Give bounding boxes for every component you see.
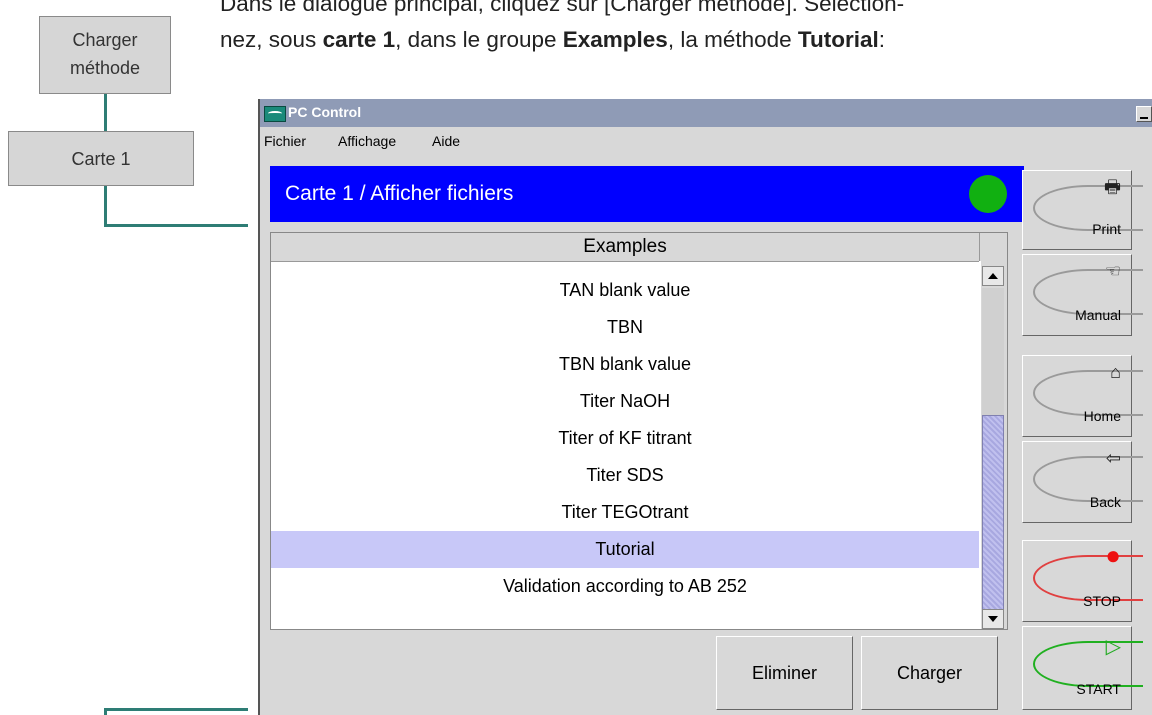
- card-header: Carte 1 / Afficher fichiers: [270, 166, 1024, 222]
- hand-icon: ☜: [1104, 261, 1121, 281]
- home-button[interactable]: ⌂ Home: [1022, 355, 1143, 437]
- load-button[interactable]: Charger: [861, 636, 998, 710]
- flow-connector: [104, 224, 248, 227]
- manual-button[interactable]: ☜ Manual: [1022, 254, 1143, 336]
- stop-button[interactable]: ● STOP: [1022, 540, 1143, 622]
- menu-fichier[interactable]: Fichier: [264, 133, 306, 149]
- print-button[interactable]: 🖶 Print: [1022, 170, 1143, 250]
- list-item[interactable]: TAN blank value: [271, 272, 979, 309]
- card-header-title: Carte 1 / Afficher fichiers: [285, 182, 514, 205]
- flow-step-charger-methode: Charger méthode: [39, 16, 171, 94]
- flow-connector: [104, 94, 107, 131]
- left-arrow-icon: ⇦: [1105, 448, 1121, 468]
- house-icon: ⌂: [1110, 362, 1121, 382]
- list-item[interactable]: Titer NaOH: [271, 383, 979, 420]
- list-item[interactable]: TAN: [271, 261, 979, 272]
- status-indicator-icon: [969, 175, 1007, 213]
- menu-affichage[interactable]: Affichage: [338, 133, 396, 149]
- button-arc: [1033, 456, 1143, 502]
- scroll-thumb[interactable]: [982, 415, 1004, 610]
- printer-icon: 🖶: [1104, 177, 1121, 197]
- list-scrollbar[interactable]: [981, 261, 1007, 629]
- flow-connector: [104, 186, 107, 225]
- button-arc: [1033, 185, 1143, 231]
- menu-aide[interactable]: Aide: [432, 133, 460, 149]
- title-bar: PC Control: [260, 99, 1152, 127]
- flow-connector: [104, 708, 248, 711]
- list-item-selected[interactable]: Tutorial: [271, 531, 979, 568]
- list-item[interactable]: Titer SDS: [271, 457, 979, 494]
- delete-button[interactable]: Eliminer: [716, 636, 853, 710]
- app-logo-icon: [264, 106, 286, 122]
- list-header-corner: [979, 233, 1007, 261]
- menu-bar: Fichier Affichage Aide: [260, 127, 1152, 155]
- scroll-down-button[interactable]: [982, 609, 1004, 629]
- list-item[interactable]: TBN: [271, 309, 979, 346]
- window-title: PC Control: [288, 104, 362, 120]
- list-item[interactable]: Validation according to AB 252: [271, 568, 979, 605]
- start-button[interactable]: ▷ START: [1022, 626, 1143, 710]
- flow-step-carte-1: Carte 1: [8, 131, 194, 186]
- stop-icon: ●: [1105, 540, 1121, 570]
- method-list: Examples TAN TAN blank value TBN TBN bla…: [270, 232, 1008, 630]
- list-item[interactable]: TBN blank value: [271, 346, 979, 383]
- instruction-text: Dans le dialogue principal, cliquez sur …: [218, 0, 1152, 60]
- list-item[interactable]: Titer of KF titrant: [271, 420, 979, 457]
- instruction-line-1: Dans le dialogue principal, cliquez sur …: [220, 0, 905, 16]
- pc-control-window: PC Control Fichier Affichage Aide Carte …: [258, 99, 1152, 715]
- minimize-button[interactable]: [1136, 106, 1152, 122]
- method-list-body: TAN TAN blank value TBN TBN blank value …: [271, 261, 979, 629]
- instruction-line-2: nez, sous carte 1, dans le groupe Exampl…: [220, 27, 885, 52]
- list-item[interactable]: Titer TEGOtrant: [271, 494, 979, 531]
- scroll-up-button[interactable]: [982, 266, 1004, 286]
- play-icon: ▷: [1105, 636, 1121, 658]
- list-group-header[interactable]: Examples: [271, 233, 979, 262]
- back-button[interactable]: ⇦ Back: [1022, 441, 1143, 523]
